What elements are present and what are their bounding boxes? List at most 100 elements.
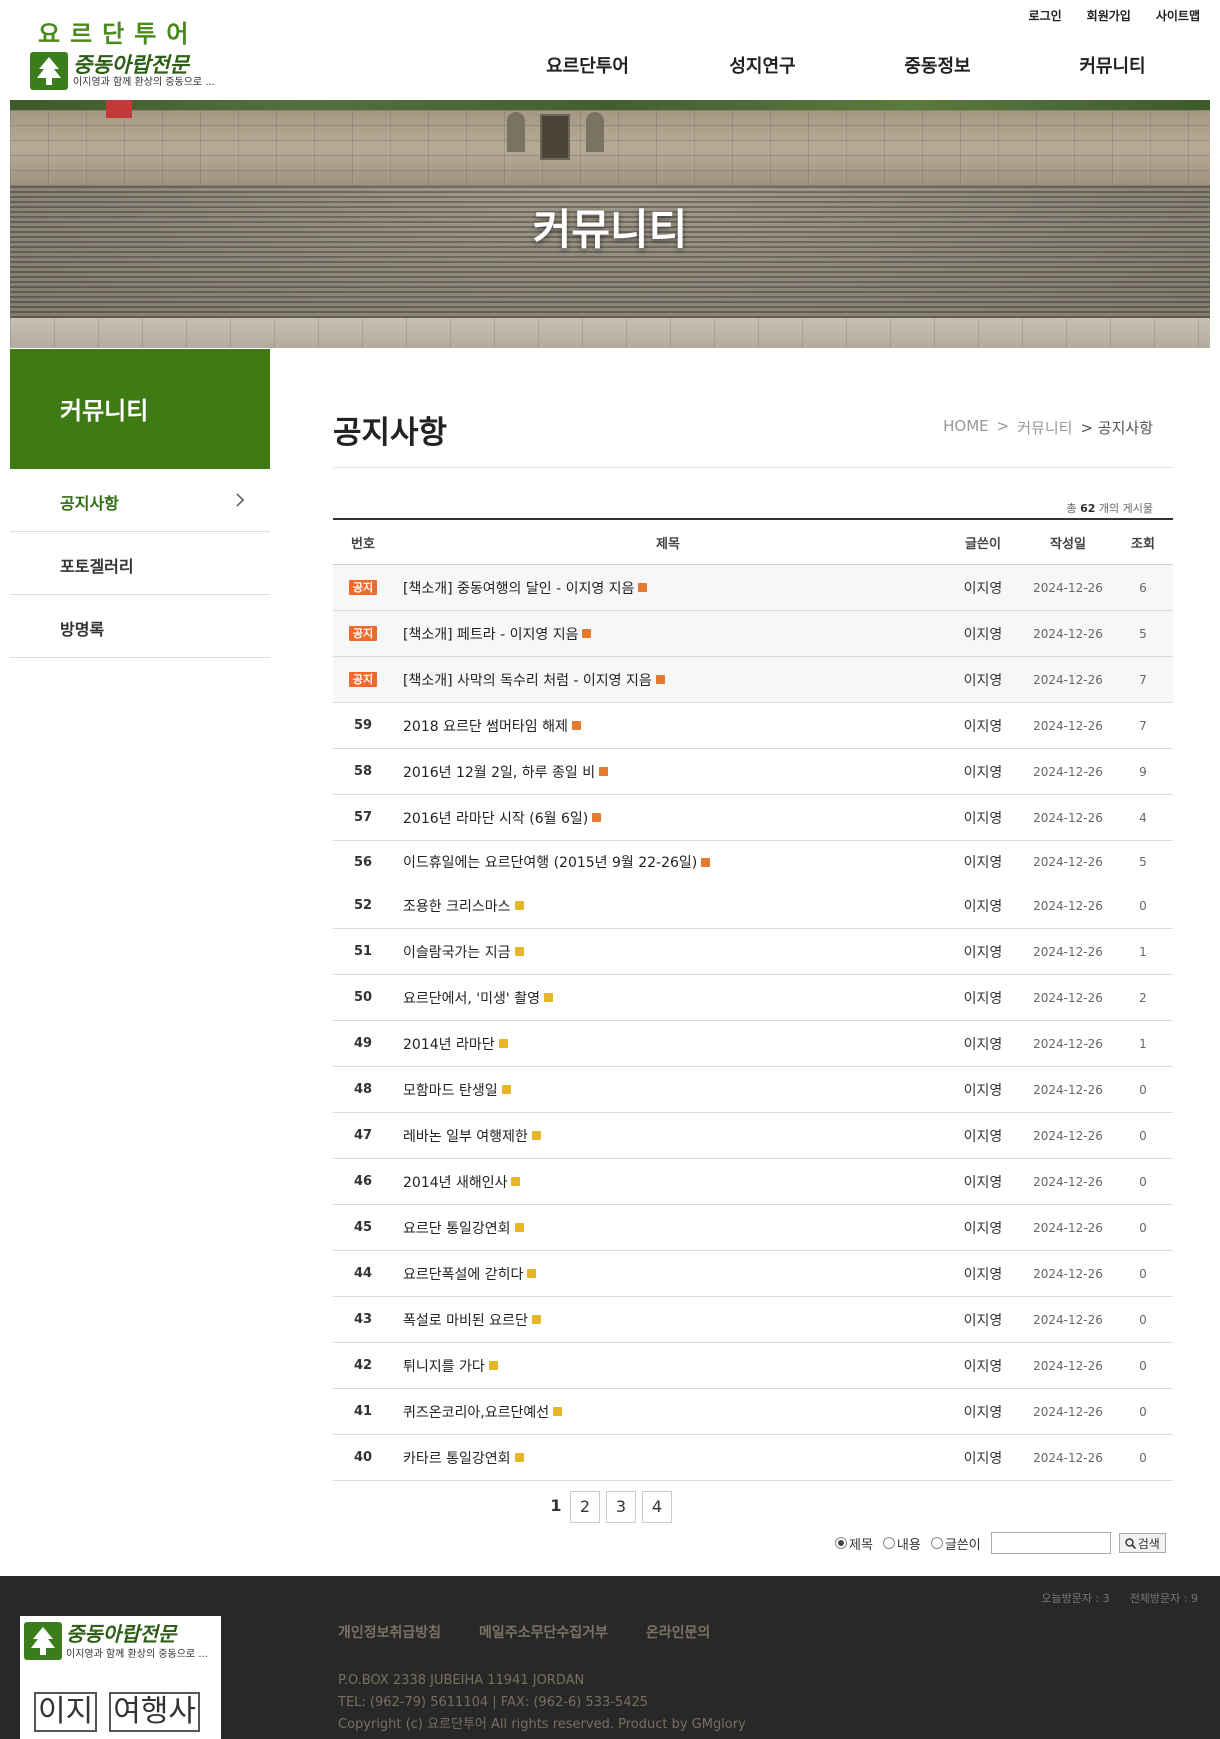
page-1[interactable]: 1 [548, 1491, 564, 1523]
table-row[interactable]: 40 카타르 통일강연회 이지영 2024-12-26 0 [333, 1435, 1173, 1481]
table-row[interactable]: 58 2016년 12월 2일, 하루 종일 비 이지영 2024-12-26 9 [333, 749, 1173, 795]
post-title-link[interactable]: 카타르 통일강연회 [403, 1451, 511, 1467]
table-row[interactable]: 44 요르단폭설에 갇히다 이지영 2024-12-26 0 [333, 1251, 1173, 1297]
row-title-cell: 레바논 일부 여행제한 [393, 1126, 943, 1146]
row-title-cell: 폭설로 마비된 요르단 [393, 1310, 943, 1330]
search-input[interactable] [990, 1532, 1111, 1554]
search-option-title[interactable]: 제목 [835, 1534, 873, 1553]
utility-nav: 로그인 회원가입 사이트맵 [1029, 7, 1200, 24]
page-4[interactable]: 4 [642, 1491, 672, 1523]
hero-flag [106, 100, 132, 118]
post-title-link[interactable]: 이드휴일에는 요르단여행 (2015년 9월 22-26일) [403, 855, 697, 871]
row-hits: 0 [1139, 1266, 1147, 1281]
total-count: 62 [1080, 502, 1096, 515]
hero-title: 커뮤니티 [532, 205, 688, 254]
sidebar-title: 커뮤니티 [60, 397, 149, 425]
row-writer: 이지영 [963, 1082, 1003, 1099]
post-title-link[interactable]: 레바논 일부 여행제한 [403, 1129, 528, 1145]
row-writer: 이지영 [963, 1220, 1003, 1237]
login-link[interactable]: 로그인 [1029, 7, 1062, 24]
post-title-link[interactable]: 2016년 12월 2일, 하루 종일 비 [403, 765, 595, 781]
privacy-policy-link[interactable]: 개인정보취급방침 [338, 1622, 441, 1642]
post-title-link[interactable]: 이슬람국가는 지금 [403, 945, 511, 961]
post-title-link[interactable]: 2018 요르단 썸머타임 해제 [403, 719, 568, 735]
post-title-link[interactable]: [책소개] 중동여행의 달인 - 이지영 지음 [403, 581, 634, 597]
sidebar-item-notice[interactable]: 공지사항 [10, 469, 270, 532]
row-writer: 이지영 [963, 718, 1003, 735]
sidebar-item-photo-gallery[interactable]: 포토겔러리 [10, 532, 270, 595]
row-date: 2024-12-26 [1033, 1404, 1103, 1419]
post-title-link[interactable]: 2014년 새해인사 [403, 1175, 507, 1191]
search-option-label: 내용 [896, 1537, 921, 1553]
post-title-link[interactable]: 퀴즈온코리아,요르단예선 [403, 1405, 549, 1421]
new-post-icon [543, 993, 553, 1002]
radio-unchecked-icon[interactable] [930, 1537, 943, 1549]
col-header-date: 작성일 [1050, 536, 1086, 552]
sidebar-item-guestbook[interactable]: 방명록 [10, 595, 270, 658]
footer-info: P.O.BOX 2338 JUBEIHA 11941 JORDAN TEL: (… [338, 1670, 746, 1736]
post-title-link[interactable]: 2014년 라마단 [403, 1037, 495, 1053]
table-row[interactable]: 50 요르단에서, '미생' 촬영 이지영 2024-12-26 2 [333, 975, 1173, 1021]
breadcrumb-community[interactable]: 커뮤니티 [1017, 417, 1072, 438]
table-row[interactable]: 공지 [책소개] 페트라 - 이지영 지음 이지영 2024-12-26 5 [333, 611, 1173, 657]
sitemap-link[interactable]: 사이트맵 [1156, 7, 1200, 24]
table-row[interactable]: 47 레바논 일부 여행제한 이지영 2024-12-26 0 [333, 1113, 1173, 1159]
post-title-link[interactable]: 튀니지를 가다 [403, 1359, 485, 1375]
post-title-link[interactable]: [책소개] 사막의 독수리 처럼 - 이지영 지음 [403, 673, 652, 689]
nav-middle-east-info[interactable]: 중동정보 [850, 52, 1025, 78]
row-title-cell: 이슬람국가는 지금 [393, 942, 943, 962]
table-row[interactable]: 49 2014년 라마단 이지영 2024-12-26 1 [333, 1021, 1173, 1067]
nav-jordan-tour[interactable]: 요르단투어 [500, 52, 675, 78]
table-row[interactable]: 57 2016년 라마단 시작 (6월 6일) 이지영 2024-12-26 4 [333, 795, 1173, 841]
footer-logo-texts: 중동아랍전문 이지영과 함께 환상의 중동으로 ... [66, 1623, 208, 1660]
nav-holy-land-study[interactable]: 성지연구 [675, 52, 850, 78]
table-row[interactable]: 46 2014년 새해인사 이지영 2024-12-26 0 [333, 1159, 1173, 1205]
radio-checked-icon[interactable] [835, 1537, 847, 1549]
table-row[interactable]: 42 튀니지를 가다 이지영 2024-12-26 0 [333, 1343, 1173, 1389]
search-option-content[interactable]: 내용 [882, 1534, 921, 1553]
signup-link[interactable]: 회원가입 [1087, 7, 1131, 24]
table-row[interactable]: 공지 [책소개] 중동여행의 달인 - 이지영 지음 이지영 2024-12-26 6 [333, 565, 1173, 611]
table-row[interactable]: 45 요르단 통일강연회 이지영 2024-12-26 0 [333, 1205, 1173, 1251]
post-title-link[interactable]: 요르단 통일강연회 [403, 1221, 511, 1237]
table-row[interactable]: 56 이드휴일에는 요르단여행 (2015년 9월 22-26일) 이지영 2024-… [333, 841, 1173, 883]
row-date: 2024-12-26 [1033, 898, 1103, 913]
row-hits: 0 [1139, 898, 1147, 913]
row-hits: 0 [1139, 1128, 1147, 1143]
table-row[interactable]: 59 2018 요르단 썸머타임 해제 이지영 2024-12-26 7 [333, 703, 1173, 749]
breadcrumb: HOME > 커뮤니티 > 공지사항 [943, 417, 1153, 438]
post-title-link[interactable]: 모함마드 탄생일 [403, 1083, 498, 1099]
site-logo[interactable]: 요르단투어 중동아랍전문 이지영과 함께 환상의 중동으로 ... [30, 14, 220, 94]
row-number: 50 [353, 990, 373, 1005]
post-title-link[interactable]: [책소개] 페트라 - 이지영 지음 [403, 627, 578, 643]
post-title-link[interactable]: 2016년 라마단 시작 (6월 6일) [403, 811, 588, 827]
row-writer: 이지영 [963, 944, 1003, 961]
post-title-link[interactable]: 요르단에서, '미생' 촬영 [403, 991, 540, 1007]
post-title-link[interactable]: 조용한 크리스마스 [403, 899, 511, 915]
email-refusal-link[interactable]: 메일주소무단수집거부 [479, 1622, 608, 1642]
row-date: 2024-12-26 [1033, 810, 1103, 825]
search-option-writer[interactable]: 글쓴이 [930, 1534, 981, 1553]
table-row[interactable]: 43 폭설로 마비된 요르단 이지영 2024-12-26 0 [333, 1297, 1173, 1343]
row-number: 44 [353, 1266, 373, 1281]
search-button[interactable]: 검색 [1118, 1533, 1166, 1553]
radio-unchecked-icon[interactable] [882, 1537, 895, 1549]
row-hits: 4 [1139, 810, 1147, 825]
col-header-hit: 조회 [1131, 536, 1155, 552]
row-title-cell: 2018 요르단 썸머타임 해제 [393, 716, 943, 736]
table-row[interactable]: 52 조용한 크리스마스 이지영 2024-12-26 0 [333, 883, 1173, 929]
page-2[interactable]: 2 [570, 1491, 600, 1523]
table-row[interactable]: 공지 [책소개] 사막의 독수리 처럼 - 이지영 지음 이지영 2024-12-26… [333, 657, 1173, 703]
sidebar-menu: 공지사항 포토겔러리 방명록 [10, 469, 270, 658]
table-row[interactable]: 51 이슬람국가는 지금 이지영 2024-12-26 1 [333, 929, 1173, 975]
post-title-link[interactable]: 요르단폭설에 갇히다 [403, 1267, 523, 1283]
online-inquiry-link[interactable]: 온라인문의 [646, 1622, 710, 1642]
footer-address: P.O.BOX 2338 JUBEIHA 11941 JORDAN [338, 1673, 585, 1688]
table-row[interactable]: 48 모함마드 탄생일 이지영 2024-12-26 0 [333, 1067, 1173, 1113]
nav-community[interactable]: 커뮤니티 [1025, 52, 1200, 78]
post-title-link[interactable]: 폭설로 마비된 요르단 [403, 1313, 528, 1329]
row-hits: 5 [1139, 855, 1147, 869]
table-row[interactable]: 41 퀴즈온코리아,요르단예선 이지영 2024-12-26 0 [333, 1389, 1173, 1435]
breadcrumb-home[interactable]: HOME [943, 417, 989, 438]
page-3[interactable]: 3 [606, 1491, 636, 1523]
